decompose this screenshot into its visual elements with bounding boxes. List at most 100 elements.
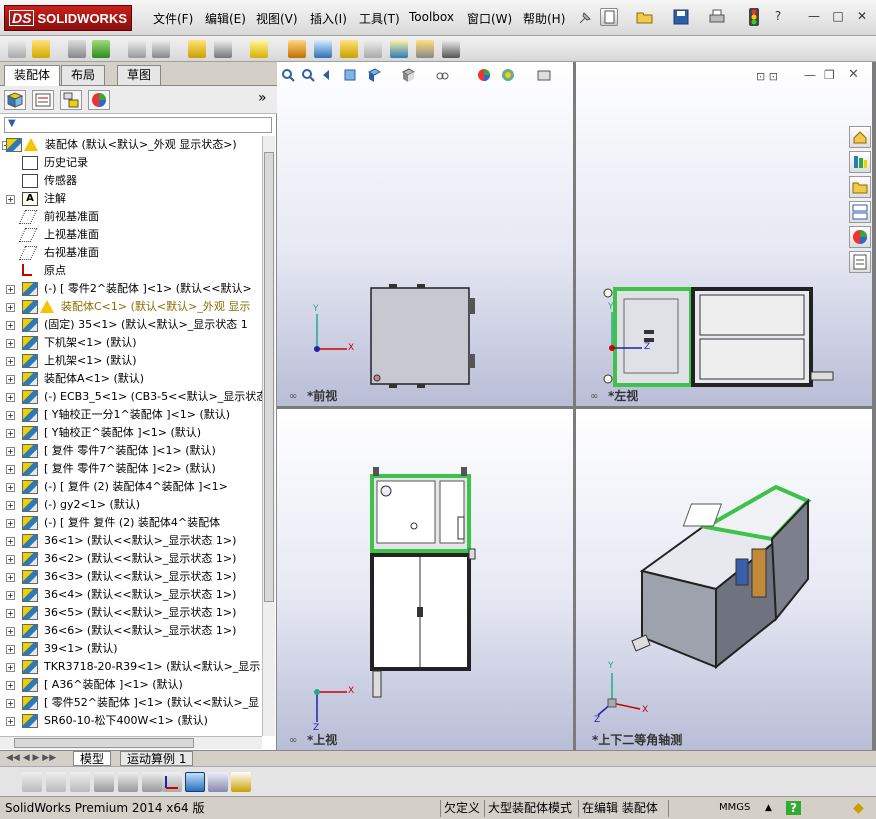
expand-toggle-icon[interactable]: + (6, 321, 15, 330)
menu-edit[interactable]: 编辑(E) (205, 10, 246, 27)
tree-item[interactable]: 前视基准面 (0, 208, 262, 226)
top-view-model[interactable] (277, 409, 573, 750)
close-button[interactable]: ✕ (854, 9, 870, 23)
mate-icon[interactable] (68, 40, 86, 58)
file-explorer-icon[interactable] (849, 176, 871, 198)
tree-item[interactable]: + [ 复件 零件7^装配体 ]<1> (默认) (0, 442, 262, 460)
align-icon[interactable] (142, 772, 162, 792)
line-style-icon[interactable] (94, 772, 114, 792)
new-motion-study-icon[interactable] (288, 40, 306, 58)
origin-axis-icon[interactable] (162, 772, 182, 792)
tree-item[interactable]: + SR60-10-松下400W<1> (默认) (0, 712, 262, 730)
tree-item[interactable]: +36<6> (默认<<默认>_显示状态 1>) (0, 622, 262, 640)
tree-vertical-scrollbar[interactable] (262, 136, 275, 736)
print-icon[interactable] (708, 8, 726, 26)
tree-item[interactable]: +36<4> (默认<<默认>_显示状态 1>) (0, 586, 262, 604)
show-hidden-icon[interactable] (188, 40, 206, 58)
expand-toggle-icon[interactable]: + (6, 285, 15, 294)
menu-tools[interactable]: 工具(T) (359, 10, 400, 27)
viewport-isometric[interactable]: X Y Z *上下二等角轴测 (576, 409, 872, 750)
viewport-front[interactable]: X Y ∞ *前视 (277, 62, 573, 406)
minimize-button[interactable]: — (806, 9, 822, 23)
tree-item[interactable]: + [ Y轴校正^装配体 ]<1> (默认) (0, 424, 262, 442)
tree-item[interactable]: + [ 复件 零件7^装配体 ]<2> (默认) (0, 460, 262, 478)
filter-funnel-icon[interactable]: ▼ (8, 118, 16, 129)
expand-toggle-icon[interactable]: + (6, 411, 15, 420)
expand-toggle-icon[interactable]: + (6, 483, 15, 492)
tree-item[interactable]: + 下机架<1> (默认) (0, 334, 262, 352)
tree-item[interactable]: + (-) gy2<1> (默认) (0, 496, 262, 514)
tree-item[interactable]: + 上机架<1> (默认) (0, 352, 262, 370)
viewport-left[interactable]: ⊡ ⊡ — ❐ ✕ Z Y ∞ *左视 (576, 62, 872, 406)
expand-toggle-icon[interactable]: + (6, 375, 15, 384)
appearances-scenes-icon[interactable] (849, 226, 871, 248)
line-thickness-icon[interactable] (118, 772, 138, 792)
expand-toggle-icon[interactable]: + (6, 339, 15, 348)
explode-line-sketch-icon[interactable] (364, 40, 382, 58)
relations-icon[interactable] (70, 772, 90, 792)
tree-item[interactable]: + 装配体A<1> (默认) (0, 370, 262, 388)
scroll-thumb-horizontal[interactable] (14, 738, 194, 748)
expand-toggle-icon[interactable]: + (6, 681, 15, 690)
tree-item[interactable]: +39<1> (默认) (0, 640, 262, 658)
instant3d-icon[interactable] (442, 40, 460, 58)
sketch-tool-icon[interactable] (22, 772, 42, 792)
property-manager-icon[interactable] (32, 90, 54, 110)
assembly-features-icon[interactable] (214, 40, 232, 58)
tree-item[interactable]: + [ Y轴校正一分1^装配体 ]<1> (默认) (0, 406, 262, 424)
reference-geometry-icon[interactable] (250, 40, 268, 58)
tag-icon[interactable]: ◆ (850, 800, 867, 817)
menu-toolbox[interactable]: Toolbox (409, 10, 454, 24)
expand-toggle-icon[interactable]: + (6, 303, 15, 312)
design-library-icon[interactable] (849, 151, 871, 173)
bill-of-materials-icon[interactable] (314, 40, 332, 58)
tree-item[interactable]: −装配体 (默认<默认>_外观 显示状态>) (0, 136, 262, 154)
units-selector[interactable]: MMGS (716, 800, 753, 817)
viewport-top[interactable]: X Z ∞ *上视 (277, 409, 573, 750)
clearance-verification-icon[interactable] (416, 40, 434, 58)
view-link-icon[interactable]: ∞ (289, 391, 297, 402)
menu-view[interactable]: 视图(V) (256, 10, 298, 27)
tree-item[interactable]: + (-) [ 复件 (2) 装配体4^装配体 ]<1> (0, 478, 262, 496)
quick-tips-help-icon[interactable]: ? (786, 801, 801, 815)
pin-icon[interactable] (576, 9, 594, 27)
save-icon[interactable] (672, 8, 690, 26)
exploded-view-icon[interactable] (340, 40, 358, 58)
tree-item[interactable]: 历史记录 (0, 154, 262, 172)
view-link-icon-left[interactable]: ∞ (590, 391, 598, 402)
expand-toggle-icon[interactable]: + (6, 501, 15, 510)
feature-tree-icon[interactable] (4, 90, 26, 110)
grid-icon[interactable] (208, 772, 228, 792)
expand-toggle-icon[interactable]: + (6, 447, 15, 456)
solidworks-resources-icon[interactable] (849, 126, 871, 148)
tree-item[interactable]: + (-) [ 零件2^装配体 ]<1> (默认<<默认> (0, 280, 262, 298)
tree-horizontal-scrollbar[interactable] (0, 736, 262, 749)
tree-item[interactable]: 右视基准面 (0, 244, 262, 262)
shaded-display-icon[interactable] (185, 772, 205, 792)
expand-toggle-icon[interactable]: + (6, 195, 15, 204)
expand-toggle-icon[interactable]: + (6, 537, 15, 546)
menu-window[interactable]: 窗口(W) (467, 10, 512, 27)
custom-properties-icon[interactable] (849, 251, 871, 273)
edit-component-icon[interactable] (8, 40, 26, 58)
view-palette-icon[interactable] (849, 201, 871, 223)
tree-item[interactable]: 上视基准面 (0, 226, 262, 244)
expand-toggle-icon[interactable]: + (6, 591, 15, 600)
move-component-icon[interactable] (152, 40, 170, 58)
tab-scroll-arrows[interactable]: ◀◀ ◀ ▶ ▶▶ (6, 753, 56, 763)
expand-toggle-icon[interactable]: + (6, 357, 15, 366)
tree-item[interactable]: +36<5> (默认<<默认>_显示状态 1>) (0, 604, 262, 622)
tree-item[interactable]: + [ A36^装配体 ]<1> (默认) (0, 676, 262, 694)
left-view-model[interactable] (576, 62, 872, 406)
tree-item[interactable]: +36<3> (默认<<默认>_显示状态 1>) (0, 568, 262, 586)
tree-item[interactable]: +36<2> (默认<<默认>_显示状态 1>) (0, 550, 262, 568)
interference-detection-icon[interactable] (390, 40, 408, 58)
expand-toggle-icon[interactable]: + (6, 393, 15, 402)
expand-toggle-icon[interactable]: + (6, 429, 15, 438)
rebuild-traffic-light-icon[interactable] (748, 8, 766, 26)
smart-dimension-icon[interactable] (46, 772, 66, 792)
expand-toggle-icon[interactable]: + (6, 519, 15, 528)
tree-item[interactable]: 传感器 (0, 172, 262, 190)
expand-panel-icon[interactable]: » (258, 90, 267, 106)
isometric-view-model[interactable] (576, 409, 872, 750)
